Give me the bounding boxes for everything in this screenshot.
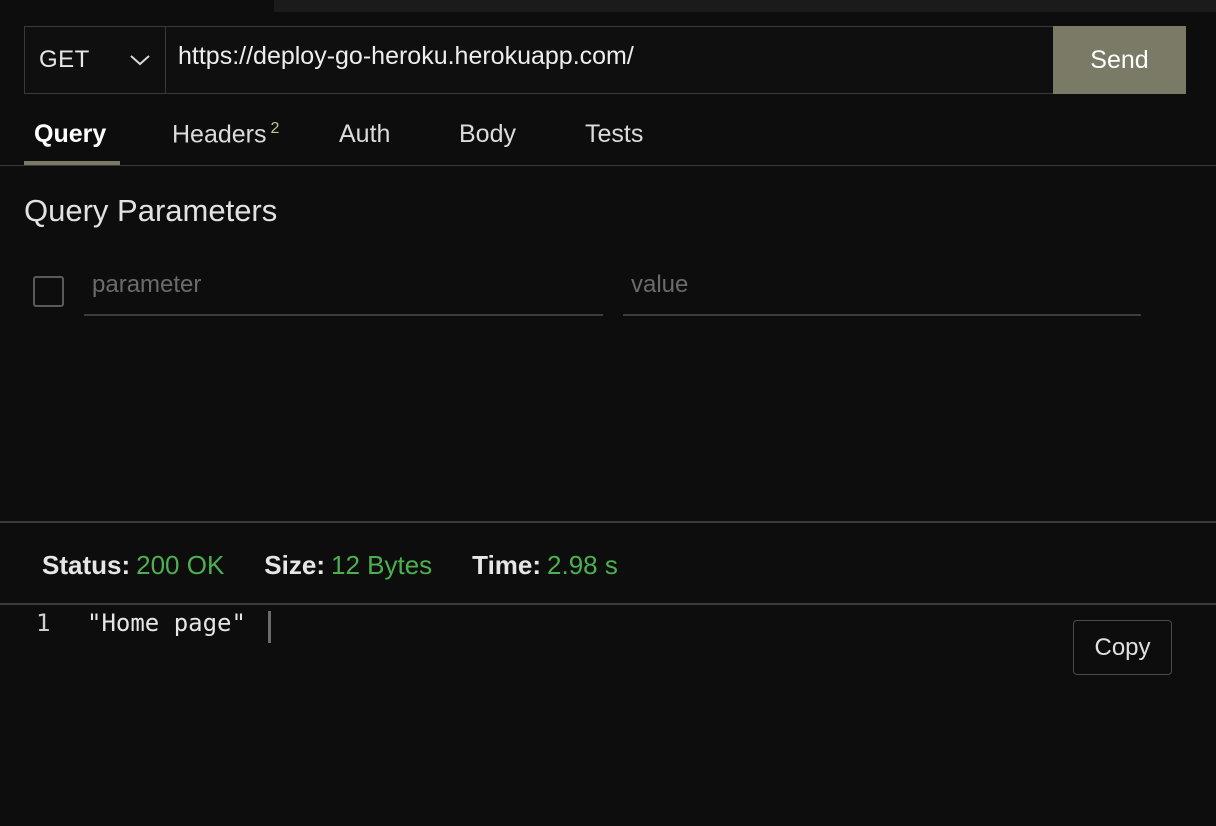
- tabs-divider: [0, 165, 1216, 166]
- method-select[interactable]: GET: [25, 27, 166, 93]
- line-number: 1: [36, 609, 51, 637]
- tab-body-label: Body: [459, 120, 516, 148]
- status-label: Status:: [42, 549, 131, 580]
- param-enable-checkbox[interactable]: [33, 276, 64, 307]
- text-cursor: [268, 611, 271, 643]
- time-value: 2.98 s: [547, 549, 618, 580]
- time-item: Time: 2.98 s: [472, 550, 618, 581]
- size-value: 12 Bytes: [330, 549, 433, 580]
- size-label: Size:: [264, 549, 325, 580]
- status-item: Status: 200 OK: [42, 550, 224, 581]
- request-tabs: Query Headers 2 Auth Body Tests: [24, 108, 1216, 166]
- response-body-editor[interactable]: 1 "Home page" Copy: [0, 605, 1216, 826]
- query-param-row: [0, 260, 1216, 320]
- param-key-input[interactable]: [84, 268, 603, 316]
- request-bar: GET Send: [24, 26, 1186, 94]
- param-value-input[interactable]: [623, 268, 1141, 316]
- copy-button[interactable]: Copy: [1073, 620, 1172, 675]
- response-status-bar: Status: 200 OK Size: 12 Bytes Time: 2.98 s: [42, 545, 658, 585]
- headers-count-badge: 2: [270, 120, 280, 137]
- tab-query-label: Query: [34, 120, 107, 148]
- time-label: Time:: [472, 549, 542, 580]
- tab-auth-label: Auth: [339, 120, 391, 148]
- tab-query[interactable]: Query: [34, 108, 106, 166]
- response-divider: [0, 521, 1216, 523]
- query-parameters-title: Query Parameters: [24, 193, 278, 228]
- size-item: Size: 12 Bytes: [264, 550, 432, 581]
- tab-tests-label: Tests: [585, 120, 644, 148]
- status-value: 200 OK: [136, 549, 225, 580]
- method-label: GET: [39, 46, 90, 73]
- tab-tests[interactable]: Tests: [585, 108, 643, 166]
- send-button[interactable]: Send: [1053, 26, 1186, 94]
- chevron-down-icon: [129, 53, 151, 67]
- tab-body[interactable]: Body: [459, 108, 516, 166]
- top-strip: [274, 0, 1216, 12]
- tab-headers-label: Headers: [172, 120, 267, 149]
- tab-auth[interactable]: Auth: [339, 108, 390, 166]
- response-body-line: "Home page": [87, 609, 246, 637]
- tab-headers[interactable]: Headers 2: [172, 108, 279, 166]
- url-input[interactable]: [166, 27, 1053, 93]
